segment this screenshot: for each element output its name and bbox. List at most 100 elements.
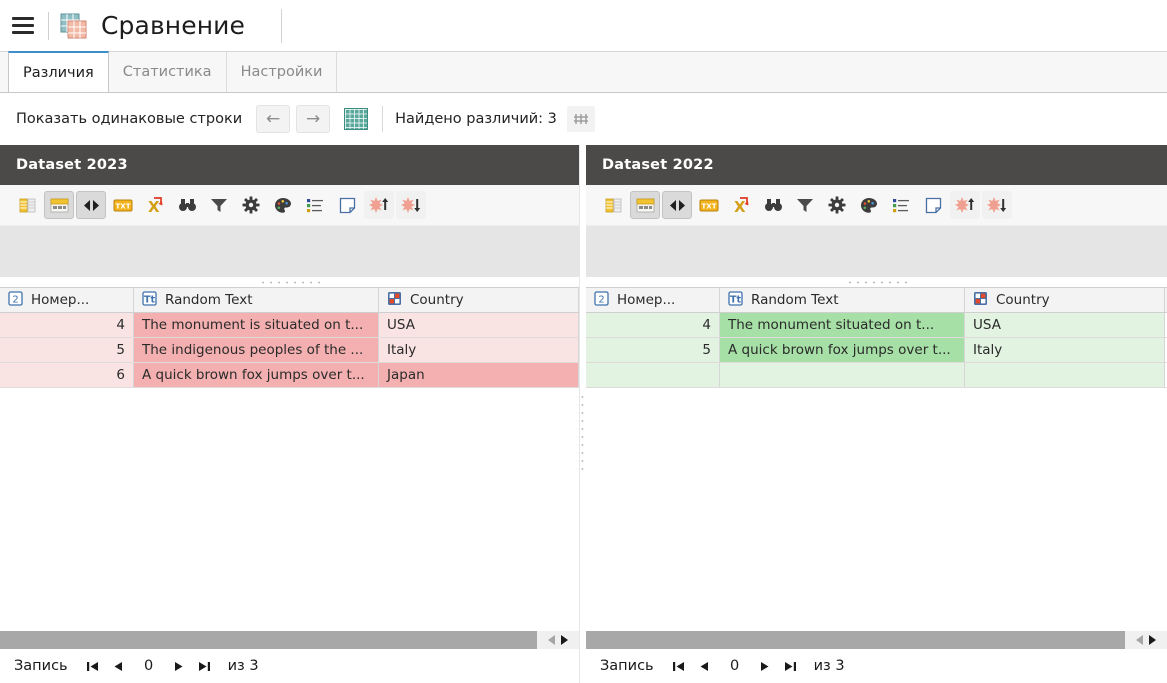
cell-country[interactable]: Italy [379, 338, 579, 362]
splitter-line [579, 145, 580, 683]
go-prev-icon[interactable] [692, 660, 718, 673]
column-header-country[interactable]: Country [965, 288, 1165, 312]
cell-country[interactable] [965, 363, 1165, 387]
horizontal-scrollbar[interactable] [586, 631, 1167, 649]
column-stats-icon[interactable] [598, 191, 628, 219]
tab-differences[interactable]: Различия [8, 51, 109, 92]
go-last-icon[interactable] [192, 660, 218, 673]
cell-text[interactable]: The monument situated on t... [720, 313, 965, 337]
tab-statistics[interactable]: Статистика [109, 52, 227, 92]
scroll-right-icon[interactable] [561, 635, 568, 645]
columns-icon[interactable] [566, 106, 595, 132]
list-icon[interactable] [300, 191, 330, 219]
go-last-icon[interactable] [778, 660, 804, 673]
tab-strip: Различия Статистика Настройки [0, 51, 1167, 93]
cell-number[interactable]: 5 [586, 338, 720, 362]
column-header-random-text[interactable]: Tt Random Text [720, 288, 965, 312]
data-grid: 2 Номер... Tt Random Text Country 4 The … [0, 287, 579, 388]
scroll-left-icon[interactable] [548, 635, 555, 645]
scroll-right-icon[interactable] [1149, 635, 1156, 645]
cell-text[interactable]: The indigenous peoples of the ... [134, 338, 379, 362]
record-navigator: Запись 0 из 3 [0, 649, 579, 683]
next-difference-button[interactable]: → [296, 105, 331, 133]
tab-label: Настройки [240, 64, 323, 80]
show-equal-rows-label[interactable]: Показать одинаковые строки [16, 111, 242, 127]
vertical-splitter[interactable] [579, 145, 586, 683]
palette-icon[interactable] [854, 191, 884, 219]
sort-asc-icon[interactable] [950, 191, 980, 219]
titlebar-divider [48, 11, 49, 40]
column-header-random-text[interactable]: Tt Random Text [134, 288, 379, 312]
cell-country[interactable]: Japan [379, 363, 579, 387]
column-header-country[interactable]: Country [379, 288, 579, 312]
record-value[interactable]: 0 [718, 658, 752, 674]
prev-difference-button[interactable]: ← [256, 105, 291, 133]
table-layout-icon[interactable] [44, 191, 74, 219]
go-first-icon[interactable] [80, 660, 106, 673]
sort-desc-icon[interactable] [396, 191, 426, 219]
cell-text[interactable]: The monument is situated on t... [134, 313, 379, 337]
table-row[interactable] [586, 363, 1167, 388]
cell-text[interactable]: A quick brown fox jumps over t... [134, 363, 379, 387]
table-row[interactable]: 5 A quick brown fox jumps over t... Ital… [586, 338, 1167, 363]
arrow-right-icon: → [306, 108, 321, 129]
binoculars-icon[interactable] [172, 191, 202, 219]
note-icon[interactable] [918, 191, 948, 219]
settings-gear-icon[interactable] [822, 191, 852, 219]
scrollbar-thumb[interactable] [0, 631, 537, 649]
table-row[interactable]: 5 The indigenous peoples of the ... Ital… [0, 338, 579, 363]
horizontal-scrollbar[interactable] [0, 631, 579, 649]
cell-text[interactable] [720, 363, 965, 387]
svg-text:Tt: Tt [730, 294, 741, 305]
data-grid: 2 Номер... Tt Random Text Country 4 The … [586, 287, 1167, 388]
tab-settings[interactable]: Настройки [227, 52, 338, 92]
excel-export-icon[interactable]: X [140, 191, 170, 219]
horizontal-splitter[interactable] [0, 277, 579, 287]
column-header-number[interactable]: 2 Номер... [0, 288, 134, 312]
palette-icon[interactable] [268, 191, 298, 219]
go-prev-icon[interactable] [106, 660, 132, 673]
cell-number[interactable] [586, 363, 720, 387]
column-header-label: Random Text [165, 292, 253, 308]
go-next-icon[interactable] [752, 660, 778, 673]
filter-icon[interactable] [790, 191, 820, 219]
cell-number[interactable]: 5 [0, 338, 134, 362]
cell-country[interactable]: USA [379, 313, 579, 337]
cell-number[interactable]: 4 [0, 313, 134, 337]
horizontal-splitter[interactable] [586, 277, 1167, 287]
settings-gear-icon[interactable] [236, 191, 266, 219]
compare-arrows-icon[interactable] [662, 191, 692, 219]
scroll-left-icon[interactable] [1136, 635, 1143, 645]
go-first-icon[interactable] [666, 660, 692, 673]
cell-text[interactable]: A quick brown fox jumps over t... [720, 338, 965, 362]
panel-filter-area[interactable] [0, 225, 579, 277]
scrollbar-buttons [1125, 631, 1167, 649]
compare-arrows-icon[interactable] [76, 191, 106, 219]
go-next-icon[interactable] [166, 660, 192, 673]
excel-export-icon[interactable]: X [726, 191, 756, 219]
txt-export-icon[interactable]: TXT [108, 191, 138, 219]
column-stats-icon[interactable] [12, 191, 42, 219]
sort-asc-icon[interactable] [364, 191, 394, 219]
list-icon[interactable] [886, 191, 916, 219]
grid-toggle-icon[interactable] [344, 108, 369, 130]
note-icon[interactable] [332, 191, 362, 219]
binoculars-icon[interactable] [758, 191, 788, 219]
column-header-number[interactable]: 2 Номер... [586, 288, 720, 312]
cell-country[interactable]: USA [965, 313, 1165, 337]
cell-country[interactable]: Italy [965, 338, 1165, 362]
sort-desc-icon[interactable] [982, 191, 1012, 219]
filter-icon[interactable] [204, 191, 234, 219]
record-value[interactable]: 0 [132, 658, 166, 674]
txt-export-icon[interactable]: TXT [694, 191, 724, 219]
table-row[interactable]: 4 The monument is situated on t... USA [0, 313, 579, 338]
table-row[interactable]: 6 A quick brown fox jumps over t... Japa… [0, 363, 579, 388]
panel-filter-area[interactable] [586, 225, 1167, 277]
table-layout-icon[interactable] [630, 191, 660, 219]
cell-number[interactable]: 4 [586, 313, 720, 337]
svg-text:2: 2 [598, 294, 604, 305]
table-row[interactable]: 4 The monument situated on t... USA [586, 313, 1167, 338]
cell-number[interactable]: 6 [0, 363, 134, 387]
hamburger-menu-icon[interactable] [0, 0, 46, 52]
scrollbar-thumb[interactable] [586, 631, 1125, 649]
